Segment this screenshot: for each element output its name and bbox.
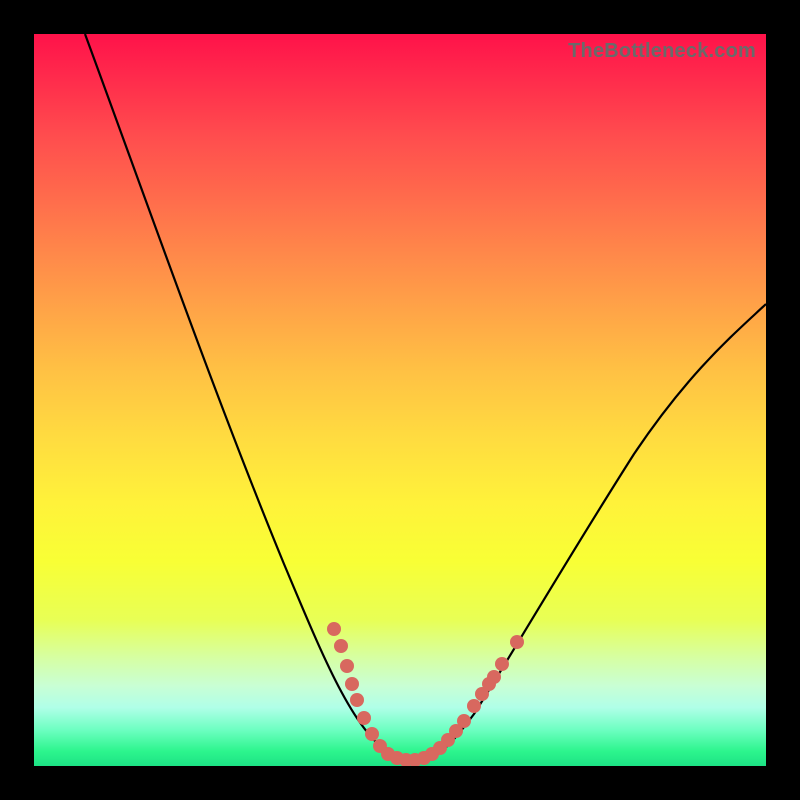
chart-plot-area: TheBottleneck.com xyxy=(34,34,766,766)
curve-path xyxy=(85,34,766,761)
chart-frame: TheBottleneck.com xyxy=(0,0,800,800)
scatter-dots xyxy=(327,622,524,766)
bottleneck-curve xyxy=(34,34,766,766)
